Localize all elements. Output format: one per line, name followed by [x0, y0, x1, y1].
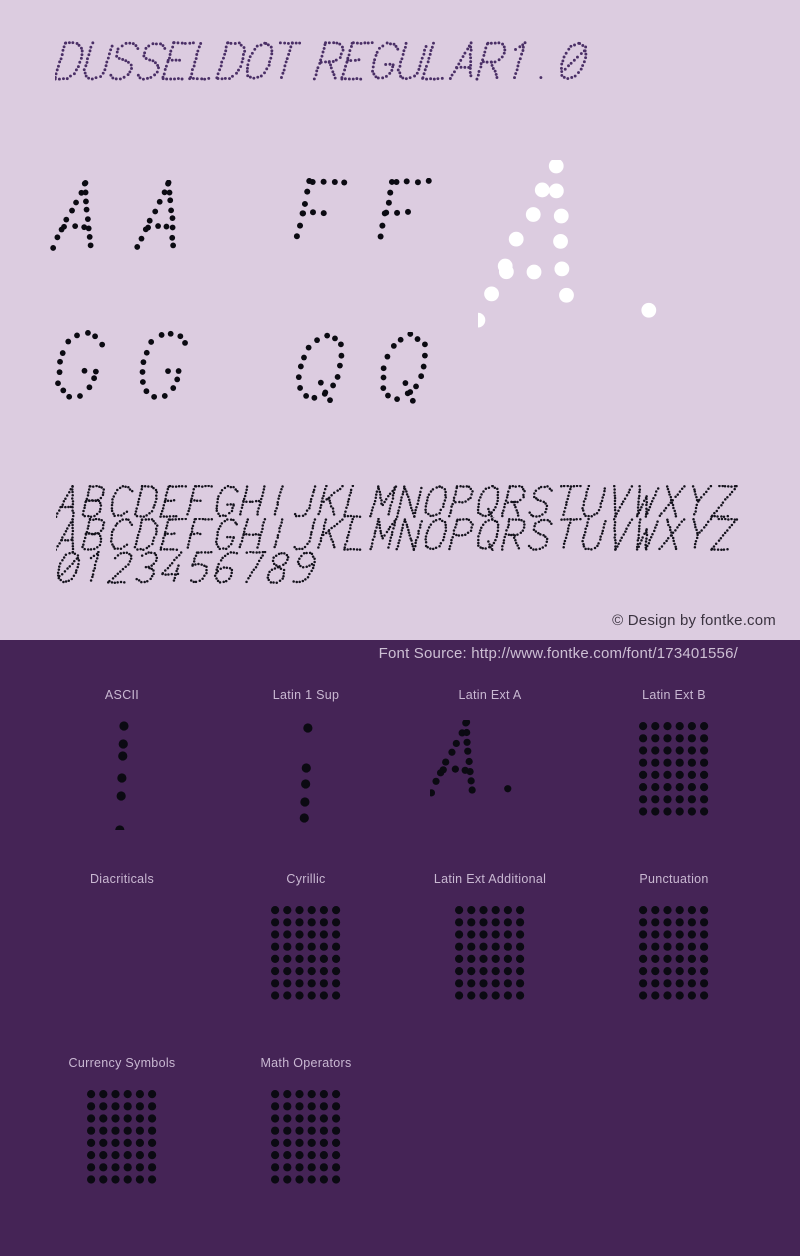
unicode-block-latin-ext-b[interactable]: Latin Ext B: [574, 680, 774, 864]
unicode-block-row: ASCII Latin 1 Sup Latin Ext A Latin Ext …: [0, 680, 800, 864]
specimen-top-panel: DUSSELDOT REGULAR1.0 A A F F A. G G Q Q …: [0, 0, 800, 640]
unicode-block-label: Latin 1 Sup: [272, 688, 340, 702]
unicode-block-math-operators[interactable]: Math Operators: [206, 1048, 406, 1232]
glyph-sample-a-pair: A A: [50, 179, 230, 295]
unicode-block-label: Latin Ext A: [458, 688, 522, 702]
title-dotted-text: [55, 41, 588, 81]
unicode-block-cyrillic[interactable]: Cyrillic: [206, 864, 406, 1048]
unicode-block-diacriticals[interactable]: Diacriticals: [22, 864, 222, 1048]
unicode-block-label: Cyrillic: [286, 872, 326, 886]
glyph-sample-q-pair: Q Q: [292, 331, 442, 447]
unicode-block-preview: [206, 1088, 406, 1218]
unicode-block-preview: [22, 904, 222, 1034]
glyph-showcase: A A F F A. G G Q Q: [0, 150, 800, 450]
unicode-block-currency-symbols[interactable]: Currency Symbols: [22, 1048, 222, 1232]
unicode-block-preview: [22, 720, 222, 850]
glyph-sample-f-pair: F F: [292, 177, 442, 293]
unicode-block-preview: [390, 720, 590, 850]
unicode-block-preview: [22, 1088, 222, 1218]
unicode-block-label: Diacriticals: [89, 872, 155, 886]
waterfall-line-3: 0123456789: [56, 551, 756, 584]
copyright-notice: © Design by fontke.com: [612, 612, 776, 629]
unicode-block-grid: ASCII Latin 1 Sup Latin Ext A Latin Ext …: [0, 680, 800, 1232]
unicode-block-latin-1-sup[interactable]: Latin 1 Sup: [206, 680, 406, 864]
unicode-block-label: ASCII: [104, 688, 140, 702]
unicode-block-punctuation[interactable]: Punctuation: [574, 864, 774, 1048]
unicode-block-label: Currency Symbols: [68, 1056, 176, 1070]
unicode-block-preview: [390, 904, 590, 1034]
unicode-block-preview: [574, 720, 774, 850]
font-source-link[interactable]: Font Source: http://www.fontke.com/font/…: [0, 645, 800, 662]
unicode-block-latin-ext-additional[interactable]: Latin Ext Additional: [390, 864, 590, 1048]
waterfall-line-1: ABCDEFGHIJKLMNOPQRSTUVWXYZ: [56, 485, 756, 518]
unicode-block-preview: [206, 904, 406, 1034]
unicode-block-label: Punctuation: [639, 872, 709, 886]
unicode-block-row: Currency Symbols Math Operators: [0, 1048, 800, 1232]
glyph-sample-g-pair: G G: [50, 329, 230, 445]
unicode-block-label: Latin Ext Additional: [433, 872, 547, 886]
unicode-block-label: Math Operators: [260, 1056, 352, 1070]
waterfall-line-2: ABCDEFGHIJKLMNOPQRSTUVWXYZ: [56, 518, 756, 551]
unicode-block-label: Latin Ext B: [642, 688, 706, 702]
glyph-sample-a-large: A.: [470, 158, 728, 430]
waterfall-sample: ABCDEFGHIJKLMNOPQRSTUVWXYZ ABCDEFGHIJKLM…: [56, 485, 756, 584]
unicode-block-preview: [574, 904, 774, 1034]
unicode-block-row: Diacriticals Cyrillic Latin Ext Addition…: [0, 864, 800, 1048]
page-title: DUSSELDOT REGULAR1.0: [0, 40, 800, 115]
unicode-block-ascii[interactable]: ASCII: [22, 680, 222, 864]
unicode-block-preview: [206, 720, 406, 850]
unicode-block-latin-ext-a[interactable]: Latin Ext A: [390, 680, 590, 864]
